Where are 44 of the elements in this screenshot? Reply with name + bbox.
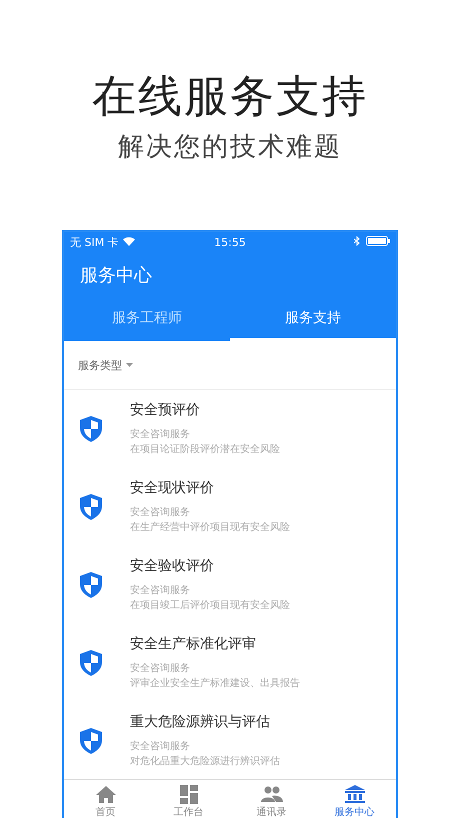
service-category: 安全咨询服务 — [130, 740, 191, 754]
battery-icon — [366, 236, 390, 248]
nav-tab[interactable]: 工作台 — [147, 780, 230, 818]
nav-tab[interactable]: 服务中心 — [313, 780, 396, 818]
shield-icon — [80, 416, 102, 442]
shield-icon — [80, 650, 102, 676]
shield-icon — [80, 494, 102, 520]
shield-icon — [80, 572, 102, 598]
service-description: 评审企业安全生产标准建设、出具报告 — [130, 676, 300, 691]
nav-tab[interactable]: 通讯录 — [230, 780, 313, 818]
headline: 在线服务支持 — [92, 70, 368, 124]
service-item[interactable]: 安全生产标准化评审 安全咨询服务 评审企业安全生产标准建设、出具报告 — [64, 624, 396, 702]
wifi-icon — [122, 236, 135, 248]
service-category: 安全咨询服务 — [130, 662, 191, 676]
home-icon — [94, 784, 116, 804]
service-title: 重大危险源辨识与评估 — [130, 713, 271, 731]
service-title: 安全验收评价 — [130, 557, 215, 575]
dashboard-icon — [178, 784, 200, 804]
service-description: 在项目论证阶段评价潜在安全风险 — [130, 442, 280, 457]
service-category: 安全咨询服务 — [130, 584, 191, 598]
shield-icon — [80, 728, 102, 754]
carrier-label: 无 SIM 卡 — [70, 234, 119, 250]
filter-dropdown[interactable]: 服务类型 — [78, 358, 133, 372]
bank-icon — [344, 784, 366, 804]
service-item[interactable]: 安全验收评价 安全咨询服务 在项目竣工后评价项目现有安全风险 — [64, 546, 396, 624]
service-title: 安全现状评价 — [130, 479, 215, 497]
people-icon — [260, 784, 282, 804]
bluetooth-icon — [354, 236, 360, 248]
service-item[interactable]: 安全现状评价 安全咨询服务 在生产经营中评价项目现有安全风险 — [64, 468, 396, 546]
nav-tab[interactable]: 首页 — [64, 780, 147, 818]
service-title: 安全生产标准化评审 — [130, 635, 257, 653]
service-description: 对危化品重大危险源进行辨识评估 — [130, 754, 280, 769]
service-description: 在项目竣工后评价项目现有安全风险 — [130, 598, 290, 613]
service-description: 在生产经营中评价项目现有安全风险 — [130, 520, 290, 535]
caret-icon — [126, 363, 133, 367]
service-category: 安全咨询服务 — [130, 506, 191, 520]
service-title: 安全预评价 — [130, 401, 201, 419]
screen-title: 服务中心 — [79, 264, 153, 288]
tab[interactable]: 服务支持 — [230, 297, 396, 341]
service-item[interactable]: 安全预评价 安全咨询服务 在项目论证阶段评价潜在安全风险 — [64, 390, 396, 468]
status-time: 15:55 — [214, 236, 246, 248]
service-category: 安全咨询服务 — [130, 428, 191, 442]
subheadline: 解决您的技术难题 — [118, 131, 342, 164]
service-item[interactable]: 重大危险源辨识与评估 安全咨询服务 对危化品重大危险源进行辨识评估 — [64, 702, 396, 779]
